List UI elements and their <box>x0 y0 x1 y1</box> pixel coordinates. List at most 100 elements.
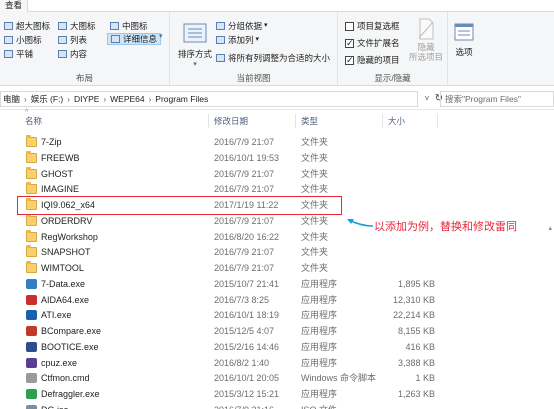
file-name: Defraggler.exe <box>41 389 100 399</box>
hide-selected-icon <box>418 18 434 40</box>
column-header-size[interactable]: 大小 <box>388 115 405 127</box>
file-size: 1,895 KB <box>397 278 435 289</box>
column-divider[interactable] <box>437 114 438 128</box>
layout-small-icons[interactable]: 小图标 <box>4 34 42 46</box>
show-hide-group-label: 显示/隐藏 <box>374 73 411 83</box>
hidden-items-toggle[interactable]: 隐藏的项目 <box>345 54 400 66</box>
file-row[interactable]: AIDA64.exe 2016/7/3 8:25 应用程序 12,310 KB <box>20 292 435 308</box>
file-row[interactable]: 7-Data.exe 2015/10/7 21:41 应用程序 1,895 KB <box>20 276 435 292</box>
breadcrumb-computer[interactable]: 电脑 <box>3 93 20 105</box>
file-name: ORDERDRV <box>41 215 93 226</box>
file-row[interactable]: RegWorkshop 2016/8/20 16:22 文件夹 <box>20 229 435 245</box>
breadcrumb-program-files[interactable]: Program Files <box>155 94 208 104</box>
breadcrumb-chevron-icon[interactable]: › <box>103 95 106 104</box>
breadcrumb-chevron-icon[interactable]: › <box>67 95 70 104</box>
file-name: 7-Data.exe <box>41 278 86 289</box>
layout-expand-icon[interactable]: ▾ <box>159 32 163 40</box>
address-history-chevron-down-icon[interactable]: ˅ <box>422 91 432 107</box>
file-row[interactable]: FREEWB 2016/10/1 19:53 文件夹 <box>20 150 435 166</box>
file-date: 2015/3/12 15:21 <box>214 389 280 399</box>
annotation-text: 以添加为例，替换和修改雷同 <box>374 221 517 233</box>
column-divider[interactable] <box>295 114 296 128</box>
ati-file-icon <box>26 310 37 321</box>
layout-content[interactable]: 内容 <box>58 48 87 60</box>
breadcrumb-diype[interactable]: DIYPE <box>74 94 100 104</box>
file-type: 应用程序 <box>301 310 338 321</box>
item-checkboxes-checkbox[interactable] <box>345 21 354 31</box>
file-extensions-toggle[interactable]: 文件扩展名 <box>345 37 400 49</box>
file-type: Windows 命令脚本 <box>301 373 377 384</box>
file-row[interactable]: IMAGINE 2016/7/9 21:07 文件夹 <box>20 181 435 197</box>
layout-details[interactable]: 详细信息 <box>107 33 162 45</box>
item-checkboxes-toggle[interactable]: 项目复选框 <box>345 20 400 32</box>
highlight-box <box>17 196 342 215</box>
annotation-arrow-icon <box>347 219 374 227</box>
layout-list[interactable]: 列表 <box>58 34 87 46</box>
layout-tiles[interactable]: 平铺 <box>4 48 33 60</box>
column-divider[interactable] <box>208 114 209 128</box>
add-column-icon <box>216 36 225 44</box>
options-icon <box>454 23 474 41</box>
layout-extra-large-icons[interactable]: 超大图标 <box>4 20 50 32</box>
folder-icon <box>26 229 37 242</box>
show-hide-group: 项目复选框 文件扩展名 隐藏的项目 隐藏 所选项目 显示/隐藏 <box>338 12 448 86</box>
sort-by-button[interactable]: 排序方式 ▾ <box>176 22 214 68</box>
breadcrumb[interactable]: 电脑 › 娱乐 (F:) › DIYPE › WEPE64 › Program … <box>0 91 418 107</box>
file-date: 2016/10/1 20:05 <box>214 373 280 384</box>
search-input[interactable]: 搜索"Program Files" <box>440 91 554 107</box>
hide-selected-button[interactable]: 隐藏 所选项目 <box>406 18 446 62</box>
column-divider[interactable] <box>382 114 383 128</box>
breadcrumb-wepe64[interactable]: WEPE64 <box>110 94 145 104</box>
file-row[interactable]: Defraggler.exe 2015/3/12 15:21 应用程序 1,263 K… <box>20 386 435 402</box>
file-date: 2016/7/9 21:07 <box>214 215 275 226</box>
address-row: 电脑 › 娱乐 (F:) › DIYPE › WEPE64 › Program … <box>0 88 554 110</box>
defrag-file-icon <box>26 389 37 399</box>
iso-file-icon <box>26 404 37 409</box>
file-date: 2015/12/5 4:07 <box>214 326 275 336</box>
file-date: 2016/10/1 18:19 <box>214 310 280 321</box>
options-button[interactable]: 选项 <box>450 22 478 58</box>
layout-medium-icons[interactable]: 中图标 <box>110 20 148 32</box>
layout-large-icons[interactable]: 大图标 <box>58 20 96 32</box>
file-row[interactable]: GHOST 2016/7/9 21:07 文件夹 <box>20 166 435 182</box>
breadcrumb-chevron-icon[interactable]: › <box>149 95 152 104</box>
file-row[interactable]: 7-Zip 2016/7/9 21:07 文件夹 <box>20 134 435 150</box>
medium-icons-icon <box>110 22 119 30</box>
file-row[interactable]: WIMTOOL 2016/7/9 21:07 文件夹 <box>20 260 435 276</box>
tab-view[interactable]: 查看 <box>0 0 29 12</box>
file-name: ATI.exe <box>41 310 72 321</box>
breadcrumb-drive-f[interactable]: 娱乐 (F:) <box>31 93 64 105</box>
options-group: 选项 <box>448 12 480 86</box>
file-size: 416 KB <box>405 341 435 352</box>
breadcrumb-chevron-icon[interactable]: › <box>24 95 27 104</box>
file-size: 12,310 KB <box>392 294 435 305</box>
file-date: 2015/2/16 14:46 <box>214 341 280 352</box>
column-header-type[interactable]: 类型 <box>301 115 318 127</box>
file-name: DG.iso <box>41 402 69 409</box>
folder-icon <box>26 150 37 163</box>
file-row[interactable]: Ctfmon.cmd 2016/10/1 20:05 Windows 命令脚本 1 K… <box>20 370 435 386</box>
content-icon <box>58 50 67 58</box>
file-row[interactable]: DG.iso 2016/7/9 21:16 ISO 文件 <box>20 402 435 409</box>
file-row[interactable]: cpuz.exe 2016/8/2 1:40 应用程序 3,388 KB <box>20 355 435 371</box>
file-size: 8,155 KB <box>397 326 435 336</box>
file-name: IMAGINE <box>41 184 80 195</box>
hidden-items-checkbox[interactable] <box>345 54 354 66</box>
file-type: ISO 文件 <box>301 402 337 409</box>
folder-icon <box>26 182 37 195</box>
file-type: 文件夹 <box>301 168 329 179</box>
add-column-button[interactable]: 添加列 ▾ <box>216 34 259 46</box>
column-header-date[interactable]: 修改日期 <box>214 115 248 127</box>
file-row[interactable]: SNAPSHOT 2016/7/9 21:07 文件夹 <box>20 244 435 260</box>
7data-file-icon <box>26 278 37 289</box>
file-extensions-checkbox[interactable] <box>345 37 354 49</box>
group-by-button[interactable]: 分组依据 ▾ <box>216 20 268 32</box>
file-row[interactable]: ATI.exe 2016/10/1 18:19 应用程序 22,214 KB <box>20 307 435 323</box>
column-header-name[interactable]: 名称 <box>25 115 42 127</box>
scroll-up-icon[interactable]: ▴ <box>548 224 552 232</box>
file-row[interactable]: BCompare.exe 2015/12/5 4:07 应用程序 8,155 KB <box>20 323 435 339</box>
fit-columns-button[interactable]: 将所有列调整为合适的大小 <box>216 52 330 64</box>
file-row[interactable]: BOOTICE.exe 2015/2/16 14:46 应用程序 416 KB <box>20 339 435 355</box>
file-size: 1 KB <box>415 373 435 384</box>
file-date: 2016/7/9 21:07 <box>214 137 275 147</box>
